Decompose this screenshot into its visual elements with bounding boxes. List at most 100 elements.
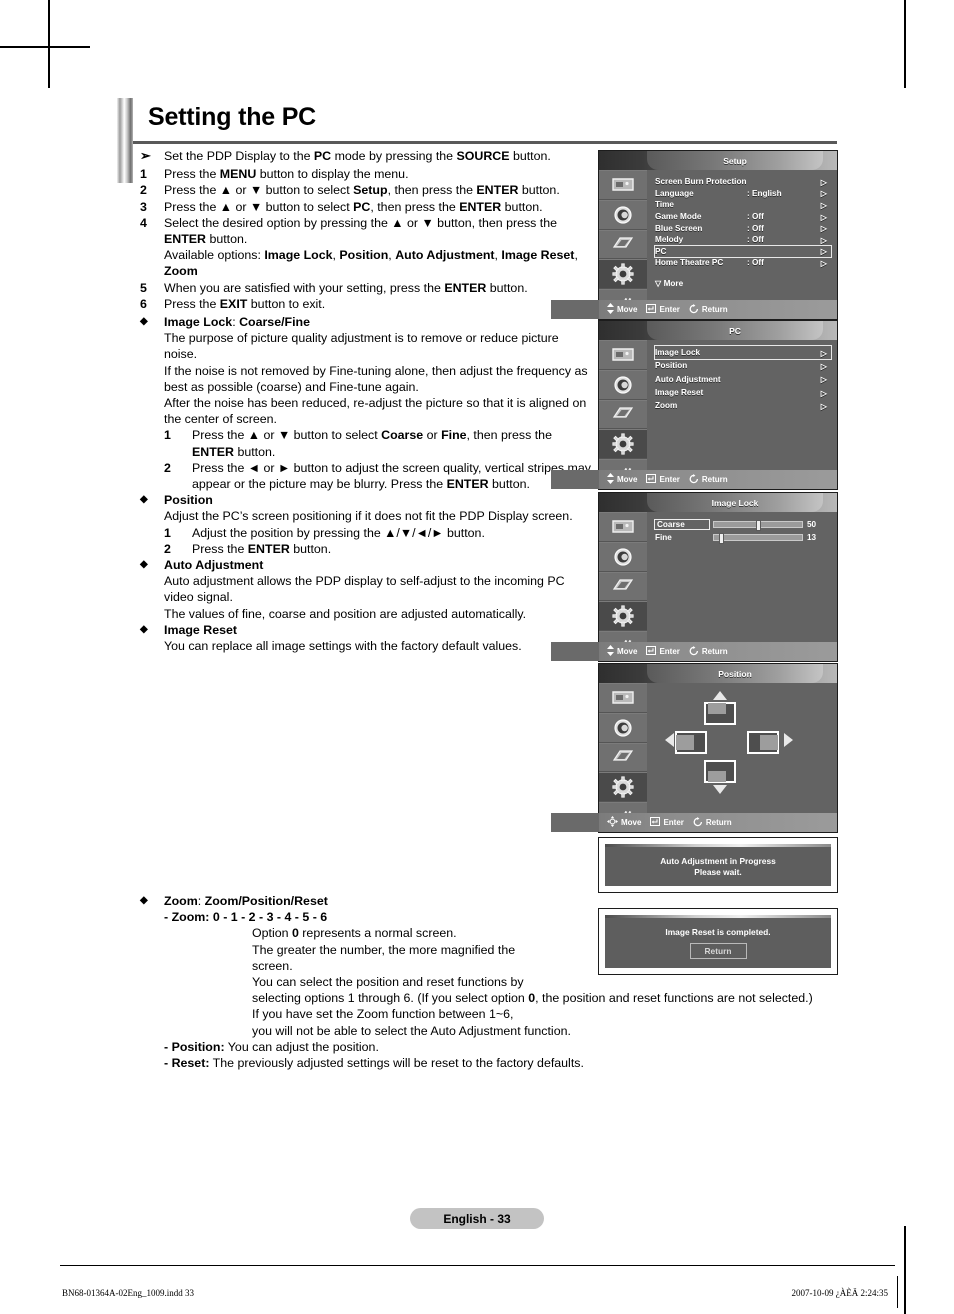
channel-icon[interactable]	[599, 229, 647, 260]
sub-step-text: Press the ◄ or ► button to adjust the sc…	[192, 460, 591, 492]
setup-menu-list: Screen Burn Protection ▷ Language : Engl…	[654, 176, 832, 288]
position-box-right[interactable]	[747, 731, 779, 754]
position-box-left[interactable]	[675, 731, 707, 754]
title-accent-bar	[117, 98, 133, 183]
menu-item[interactable]: Melody : Off ▷	[655, 234, 831, 246]
step-number: 5	[140, 280, 147, 295]
menu-item-zoom[interactable]: Zoom ▷	[655, 399, 831, 412]
slider-handle[interactable]	[755, 520, 761, 531]
section-heading: Auto Adjustment	[164, 558, 264, 573]
setup-gear-icon[interactable]	[599, 772, 647, 803]
footer-enter[interactable]: Enter	[650, 817, 684, 828]
step-text: Select the desired option by pressing th…	[164, 215, 592, 280]
footer-return[interactable]: Return	[689, 473, 728, 486]
footer-enter[interactable]: Enter	[646, 304, 680, 315]
footer-enter-label: Enter	[659, 647, 680, 656]
footer-return-label: Return	[701, 647, 728, 656]
sound-icon[interactable]	[599, 541, 647, 572]
left-arrow-icon[interactable]	[665, 733, 674, 747]
section-heading: Image Lock: Coarse/Fine	[164, 315, 311, 330]
menu-item[interactable]: Screen Burn Protection ▷	[655, 176, 831, 188]
step-row: 5 When you are satisfied with your setti…	[140, 280, 592, 296]
step-text: When you are satisfied with your setting…	[164, 280, 528, 295]
step-row: 6 Press the EXIT button to exit.	[140, 296, 592, 312]
footer-return[interactable]: Return	[689, 645, 728, 658]
channel-icon[interactable]	[599, 399, 647, 430]
return-button[interactable]: Return	[689, 943, 747, 959]
menu-item-pc-selected[interactable]: PC ▷	[654, 244, 832, 259]
zoom-line: You can select the position and reset fu…	[252, 975, 524, 990]
footer-move[interactable]: Move	[607, 473, 637, 486]
step-options-text: Available options: Image Lock, Position,…	[164, 248, 578, 279]
footer-move[interactable]: Move	[607, 645, 637, 658]
right-arrow-icon[interactable]	[784, 733, 793, 747]
menu-item-position[interactable]: Position ▷	[655, 359, 831, 372]
sub-step-number: 2	[164, 460, 171, 475]
slider-value: 13	[807, 533, 817, 542]
sub-step-row: 1 Adjust the position by pressing the ▲/…	[164, 525, 592, 541]
sound-icon[interactable]	[599, 712, 647, 743]
menu-item-label: Position	[655, 361, 688, 371]
osd-sidebar	[599, 512, 647, 661]
osd-title-text: Image Lock	[647, 493, 823, 512]
slider-handle[interactable]	[718, 533, 724, 544]
footer-return[interactable]: Return	[689, 303, 728, 316]
channel-icon[interactable]	[599, 571, 647, 602]
menu-item-image-lock[interactable]: Image Lock ▷	[654, 344, 832, 361]
zoom-line: The greater the number, the more magnifi…	[252, 942, 516, 973]
step-number: 6	[140, 296, 147, 311]
enter-key-icon	[646, 646, 657, 657]
step-row: 1 Press the MENU button to display the m…	[140, 166, 592, 182]
picture-icon[interactable]	[599, 170, 647, 200]
section-heading: Position	[164, 493, 213, 508]
position-box-down[interactable]	[704, 760, 736, 783]
osd-footer-left-pad	[551, 300, 599, 319]
osd-title-text: PC	[647, 321, 823, 340]
chevron-right-icon: ▷	[820, 361, 827, 371]
slider-row-coarse[interactable]: Coarse 50	[654, 518, 831, 531]
footer-move[interactable]: Move	[607, 816, 641, 829]
page-title: Setting the PC	[148, 103, 317, 131]
page-number-badge: English - 33	[410, 1208, 544, 1229]
footer-move[interactable]: Move	[607, 303, 637, 316]
footer-enter[interactable]: Enter	[646, 474, 680, 485]
picture-icon[interactable]	[599, 512, 647, 542]
setup-gear-icon[interactable]	[599, 429, 647, 460]
menu-item[interactable]: Game Mode : Off ▷	[655, 211, 831, 223]
section-body-line: Auto adjustment allows the PDP display t…	[164, 574, 565, 605]
menu-item[interactable]: Time ▷	[655, 199, 831, 211]
setup-gear-icon[interactable]	[599, 259, 647, 290]
menu-item[interactable]: Home Theatre PC : Off ▷	[655, 257, 831, 269]
sub-step-text: Press the ▲ or ▼ button to select Coarse…	[192, 428, 552, 459]
slider-track[interactable]	[713, 520, 803, 531]
setup-gear-icon[interactable]	[599, 601, 647, 632]
sound-icon[interactable]	[599, 199, 647, 230]
menu-item-auto-adjustment[interactable]: Auto Adjustment ▷	[655, 373, 831, 386]
footer-enter[interactable]: Enter	[646, 646, 680, 657]
dialog-line-1: Image Reset is completed.	[665, 927, 771, 937]
updown-arrow-icon	[607, 303, 614, 316]
up-arrow-icon[interactable]	[713, 691, 727, 700]
osd-title-bar: Image Lock	[599, 493, 837, 512]
menu-item-image-reset[interactable]: Image Reset ▷	[655, 386, 831, 399]
more-indicator[interactable]: ▽ More	[655, 278, 831, 288]
down-arrow-icon[interactable]	[713, 785, 727, 794]
sound-icon[interactable]	[599, 369, 647, 400]
slider-track[interactable]	[713, 533, 803, 544]
slider-row-fine[interactable]: Fine 13	[655, 531, 831, 544]
footer-return[interactable]: Return	[693, 816, 732, 829]
position-box-up[interactable]	[704, 702, 736, 725]
step-text: Press the EXIT button to exit.	[164, 296, 326, 311]
osd-content	[647, 683, 837, 832]
footer-move-label: Move	[617, 475, 638, 484]
picture-icon[interactable]	[599, 683, 647, 713]
footer-return-label: Return	[705, 818, 732, 827]
menu-item[interactable]: Blue Screen : Off ▷	[655, 222, 831, 234]
sub-step-text: Press the ENTER button.	[192, 541, 332, 556]
zoom-line: If you have set the Zoom function betwee…	[252, 1007, 514, 1022]
footer-move-label: Move	[617, 305, 638, 314]
chevron-right-icon: ▷	[820, 235, 827, 245]
menu-item[interactable]: Language : English ▷	[655, 188, 831, 200]
channel-icon[interactable]	[599, 742, 647, 773]
picture-icon[interactable]	[599, 340, 647, 370]
